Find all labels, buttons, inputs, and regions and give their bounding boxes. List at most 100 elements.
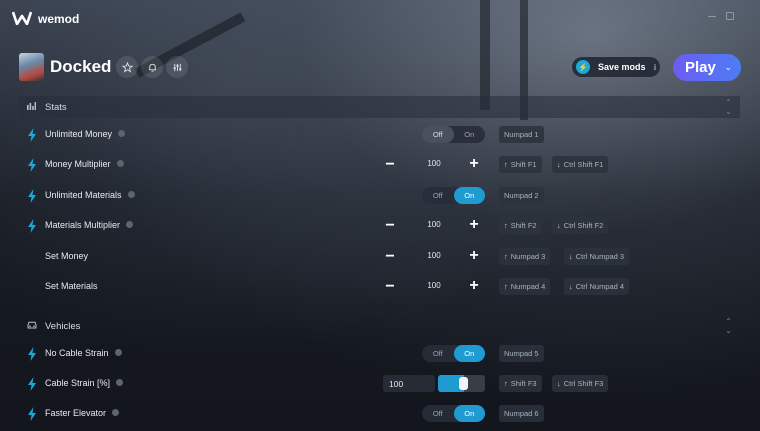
strain-slider[interactable]: 100	[383, 375, 485, 392]
hotkey-badge[interactable]: Numpad 5	[499, 345, 544, 362]
hotkey-badge[interactable]: ↑ Shift F1	[499, 156, 542, 173]
mod-toggle[interactable]: Off On	[422, 187, 485, 204]
toggle-off[interactable]: Off	[422, 126, 454, 143]
arrow-up-icon: ↑	[504, 160, 508, 169]
mod-label: Unlimited Materials	[45, 190, 135, 200]
hotkey-badge[interactable]: ↑ Shift F3	[499, 375, 542, 392]
star-icon	[121, 61, 133, 73]
increase-button[interactable]: +	[467, 277, 481, 294]
stepper-value[interactable]: 100	[409, 220, 459, 229]
hotkey-badge[interactable]: ↓ Ctrl Shift F1	[552, 156, 609, 173]
info-icon[interactable]	[114, 349, 122, 356]
arrow-up-icon: ↑	[504, 221, 508, 230]
game-thumbnail	[19, 53, 44, 81]
toggle-on[interactable]: On	[453, 187, 485, 204]
hotkey-badge[interactable]: ↓ Ctrl Numpad 4	[564, 278, 630, 295]
arrow-up-icon: ↑	[504, 252, 508, 261]
toggle-off[interactable]: Off	[422, 187, 454, 204]
sliders-icon	[173, 63, 181, 71]
bolt-icon	[28, 347, 36, 361]
decrease-button[interactable]: −	[383, 248, 397, 265]
close-button[interactable]	[744, 12, 752, 20]
collapse-icon[interactable]: ⌃ ⌄	[725, 98, 732, 116]
hotkey-badge[interactable]: Numpad 6	[499, 405, 544, 422]
minimize-button[interactable]	[708, 12, 716, 17]
section-title: Stats	[45, 101, 67, 113]
hotkey-badge[interactable]: ↓ Ctrl Numpad 3	[564, 248, 630, 265]
stepper-value[interactable]: 100	[409, 159, 459, 168]
slider-handle[interactable]	[459, 377, 468, 390]
info-icon[interactable]	[126, 221, 134, 228]
increase-button[interactable]: +	[467, 247, 481, 264]
play-label: Play	[685, 59, 716, 76]
toggle-off[interactable]: Off	[422, 405, 454, 422]
info-icon[interactable]	[127, 191, 135, 198]
play-button[interactable]: Play ⌄	[673, 54, 741, 81]
info-icon[interactable]	[112, 409, 120, 416]
mod-row: Unlimited Materials Off On Numpad 2	[19, 184, 740, 208]
slider-track[interactable]	[438, 375, 485, 392]
save-mods-toggle[interactable]: ⚡ Save mods ℹ	[572, 57, 660, 77]
mod-label: Money Multiplier	[45, 159, 124, 169]
arrow-up-icon: ↑	[504, 282, 508, 291]
maximize-button[interactable]	[726, 12, 734, 20]
increase-button[interactable]: +	[467, 216, 481, 233]
mod-toggle[interactable]: Off On	[422, 405, 485, 422]
toggle-on[interactable]: On	[453, 405, 485, 422]
mod-label: Cable Strain [%]	[45, 378, 124, 388]
mod-toggle[interactable]: Off On	[422, 126, 485, 143]
arrow-down-icon: ↓	[557, 160, 561, 169]
hotkey-badge[interactable]: ↓ Ctrl Shift F2	[552, 217, 609, 234]
mod-settings-button[interactable]	[166, 56, 188, 78]
mod-toggle[interactable]: Off On	[422, 345, 485, 362]
toggle-off[interactable]: Off	[422, 345, 454, 362]
hotkey-badge[interactable]: Numpad 2	[499, 187, 544, 204]
bell-icon	[148, 63, 156, 72]
hotkey-badge[interactable]: ↑ Numpad 3	[499, 248, 551, 265]
mod-row: Set Materials − 100 + ↑ Numpad 4 ↓ Ctrl Nu…	[19, 275, 740, 299]
mod-row: Unlimited Money Off On Numpad 1	[19, 123, 740, 147]
arrow-up-icon: ↑	[504, 379, 508, 388]
hotkey-badge[interactable]: ↑ Numpad 4	[499, 278, 551, 295]
chevron-down-icon[interactable]: ⌄	[724, 62, 732, 73]
notifications-button[interactable]	[141, 56, 163, 78]
info-icon[interactable]	[116, 160, 124, 167]
increase-button[interactable]: +	[467, 155, 481, 172]
section-stats: Stats ⌃ ⌄	[19, 96, 740, 118]
mod-label: Materials Multiplier	[45, 220, 134, 230]
slider-value-input[interactable]: 100	[383, 375, 435, 392]
info-icon[interactable]	[118, 130, 126, 137]
app-name: wemod	[38, 12, 80, 26]
arrow-down-icon: ↓	[569, 282, 573, 291]
mod-label: Faster Elevator	[45, 408, 120, 418]
hotkey-badge[interactable]: ↓ Ctrl Shift F3	[552, 375, 609, 392]
title-bar: wemod	[0, 0, 760, 36]
mod-row: No Cable Strain Off On Numpad 5	[19, 342, 740, 366]
hotkey-badge[interactable]: ↑ Shift F2	[499, 217, 542, 234]
toggle-on[interactable]: On	[454, 126, 486, 143]
bolt-icon	[28, 377, 36, 391]
bolt-icon	[28, 189, 36, 203]
arrow-down-icon: ↓	[569, 252, 573, 261]
mod-label: No Cable Strain	[45, 348, 122, 358]
stepper-value[interactable]: 100	[409, 281, 459, 290]
arrow-down-icon: ↓	[557, 379, 561, 388]
decrease-button[interactable]: −	[383, 156, 397, 173]
decrease-button[interactable]: −	[383, 217, 397, 234]
window-controls	[708, 12, 752, 20]
mod-row: Faster Elevator Off On Numpad 6	[19, 402, 740, 426]
info-icon[interactable]	[116, 379, 124, 386]
bar-chart-icon	[27, 102, 41, 112]
mod-label: Unlimited Money	[45, 129, 126, 139]
toggle-on[interactable]: On	[453, 345, 485, 362]
car-icon	[27, 321, 41, 331]
mod-row: Money Multiplier − 100 + ↑ Shift F1 ↓ Ctrl…	[19, 153, 740, 177]
info-icon[interactable]: ℹ	[654, 63, 657, 72]
stepper-value[interactable]: 100	[409, 251, 459, 260]
collapse-icon[interactable]: ⌃ ⌄	[725, 317, 732, 335]
favorite-button[interactable]	[116, 56, 138, 78]
bolt-icon	[28, 219, 36, 233]
hotkey-badge[interactable]: Numpad 1	[499, 126, 544, 143]
save-icon: ⚡	[576, 60, 590, 74]
decrease-button[interactable]: −	[383, 278, 397, 295]
